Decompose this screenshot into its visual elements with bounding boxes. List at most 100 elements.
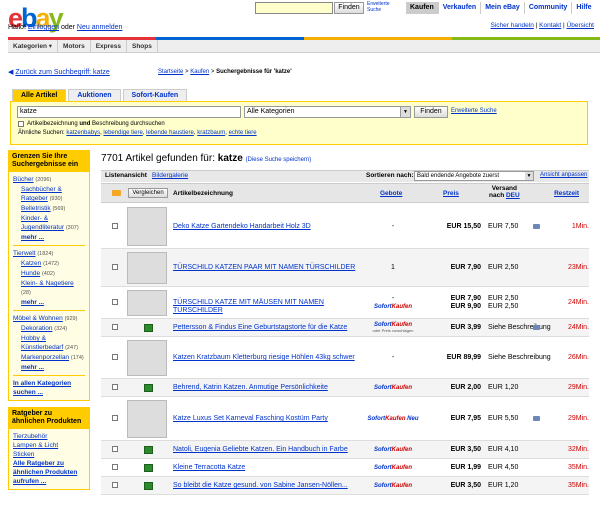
row-compare-checkbox[interactable] [112,264,118,270]
similar-link[interactable]: echte tiere [229,130,257,136]
sidebar: Grenzen Sie Ihre Suchergebnisse ein Büch… [8,150,90,490]
filter-subcategory-link[interactable]: Dekoration [21,325,52,332]
nav-community[interactable]: Community [523,2,572,14]
tab-alle-artikel[interactable]: Alle Artikel [12,89,67,101]
crumb-kaufen[interactable]: Kaufen [190,69,209,75]
category-filter: Bücher (2096) Sachbücher & Ratgeber (930… [8,172,90,401]
catnav-motors[interactable]: Motors [58,40,91,52]
guide-link[interactable]: Lampen & Licht [13,442,58,449]
similar-link[interactable]: kratzbaum [197,130,225,136]
link-sicher-handeln[interactable]: Sicher handeln [490,22,533,29]
similar-link[interactable]: lebende haustiere [146,130,194,136]
item-thumbnail[interactable] [127,207,167,246]
time-left-cell: 29Min. [567,415,589,422]
header-advanced-search-link[interactable]: Erweiterte Suche [367,1,397,13]
shipping-cell: EUR 4,10 [488,446,519,453]
find-button[interactable]: Finden [414,106,448,118]
category-select[interactable]: Alle Kategorien ▼ [244,106,411,118]
save-search-link[interactable]: (Diese Suche speichern) [246,157,312,163]
table-row: Behrend, Katrin Katzen. Anmutige Persönl… [101,379,589,397]
link-kontakt[interactable]: Kontakt [539,22,561,29]
table-row: So bleibt die Katze gesund. von Sabine J… [101,477,589,495]
link-uebersicht[interactable]: Übersicht [567,22,594,29]
item-title-link[interactable]: Katzen Kratzbaum Kletterburg riesige Höh… [173,354,363,362]
col-price-sort[interactable]: Preis [443,190,459,197]
item-title-link[interactable]: Pettersson & Findus Eine Geburtstagstort… [173,324,363,332]
nav-kaufen[interactable]: Kaufen [406,2,438,14]
catnav-express[interactable]: Express [91,40,127,52]
time-left-cell: 35Min. [567,464,589,471]
row-compare-checkbox[interactable] [112,324,118,330]
similar-link[interactable]: katzenbabys [66,130,100,136]
filter-subcategory-link[interactable]: Hobby & Künstlerbedarf [21,335,63,351]
filter-more-link[interactable]: mehr ... [13,233,85,242]
advanced-search-link[interactable]: Erweiterte Suche [451,108,497,114]
item-thumbnail[interactable] [127,340,167,376]
time-left-cell: 23Min. [567,264,589,271]
sort-select[interactable]: Bald endende Angebote zuerst ▼ [414,171,534,181]
row-compare-checkbox[interactable] [112,446,118,452]
item-title-link[interactable]: Katze Luxus Set Karneval Fasching Kostüm… [173,415,363,423]
filter-category-link[interactable]: Tierwelt [13,250,36,257]
back-arrow-icon: ◀ [8,69,14,76]
row-compare-checkbox[interactable] [112,415,118,421]
filter-subcategory-link[interactable]: Kinder- & Jugendliteratur [21,215,64,231]
description-checkbox[interactable] [18,121,24,127]
nav-verkaufen[interactable]: Verkaufen [437,2,480,14]
similar-link[interactable]: lebendige tiere [103,130,142,136]
customize-view-link[interactable]: Ansicht anpassen [540,172,587,178]
row-compare-checkbox[interactable] [112,482,118,488]
divider [13,375,85,376]
header-search-button[interactable]: Finden [334,2,364,14]
item-title-link[interactable]: Kleine Terracotta Katze [173,464,363,472]
register-link[interactable]: Neu anmelden [77,24,123,31]
nav-hilfe[interactable]: Hilfe [571,2,595,14]
filter-subcategory-link[interactable]: Belletristik [21,205,51,212]
tab-sofort-kaufen[interactable]: Sofort-Kaufen [122,89,188,101]
row-compare-checkbox[interactable] [112,464,118,470]
row-compare-checkbox[interactable] [112,299,118,305]
item-thumbnail[interactable] [127,252,167,284]
photo-icon [144,482,153,490]
item-title-link[interactable]: TÜRSCHILD KATZEN PAAR MIT NAMEN TÜRSCHIL… [173,264,363,272]
search-input[interactable]: katze [17,106,241,118]
col-bids-sort[interactable]: Gebote [380,190,402,197]
all-categories-link[interactable]: In allen Kategorien suchen ... [13,380,71,396]
item-title-link[interactable]: TÜRSCHILD KATZE MIT MÄUSEN MIT NAMEN TÜR… [173,299,363,315]
filter-subcategory-link[interactable]: Klein- & Nagetiere [21,280,74,287]
item-thumbnail[interactable] [127,400,167,438]
item-thumbnail[interactable] [127,290,167,316]
tab-auktionen[interactable]: Auktionen [68,89,121,101]
item-title-link[interactable]: Natoli, Eugenia Geliebte Katzen. Ein Han… [173,446,363,454]
sofort-kaufen-badge: SofortKaufen [373,385,412,391]
item-title-link[interactable]: Deko Katze Gartendeko Handarbeit Holz 3D [173,223,363,231]
catnav-kategorien[interactable]: Kategorien ▾ [8,40,59,52]
item-title-link[interactable]: Behrend, Katrin Katzen. Anmutige Persönl… [173,384,363,392]
guide-link[interactable]: Tierzubehör [13,433,47,440]
guide-link[interactable]: Sticken [13,451,34,458]
catnav-shops[interactable]: Shops [127,40,158,52]
nav-mein-ebay[interactable]: Mein eBay [480,2,524,14]
filter-group: Bücher (2096) Sachbücher & Ratgeber (930… [13,175,85,242]
row-compare-checkbox[interactable] [112,354,118,360]
col-time-sort[interactable]: Restzeit [554,190,579,197]
login-link[interactable]: Einloggen [28,24,59,31]
col-title: Artikelbezeichnung [173,190,233,197]
filter-more-link[interactable]: mehr ... [13,363,85,372]
filter-category-link[interactable]: Bücher [13,176,34,183]
item-title-link[interactable]: So bleibt die Katze gesund. von Sabine J… [173,482,363,490]
crumb-startseite[interactable]: Startseite [158,69,183,75]
row-compare-checkbox[interactable] [112,384,118,390]
filter-subcategory-link[interactable]: Markenporzellan [21,354,69,361]
filter-subcategory-link[interactable]: Katzen [21,260,41,267]
gallery-view-link[interactable]: Bildergalerie [152,172,188,179]
compare-button[interactable]: Vergleichen [128,188,168,198]
row-compare-checkbox[interactable] [112,223,118,229]
all-guides-link[interactable]: Alle Ratgeber zu ähnlichen Produkten auf… [13,460,77,485]
filter-category-link[interactable]: Möbel & Wohnen [13,315,63,322]
back-link[interactable]: ◀ Zurück zum Suchbegriff: katze [8,68,110,76]
filter-subcategory-link[interactable]: Hunde [21,270,40,277]
filter-more-link[interactable]: mehr ... [13,298,85,307]
header-search-input[interactable] [255,2,333,14]
ship-country-link[interactable]: DEU [506,192,520,199]
